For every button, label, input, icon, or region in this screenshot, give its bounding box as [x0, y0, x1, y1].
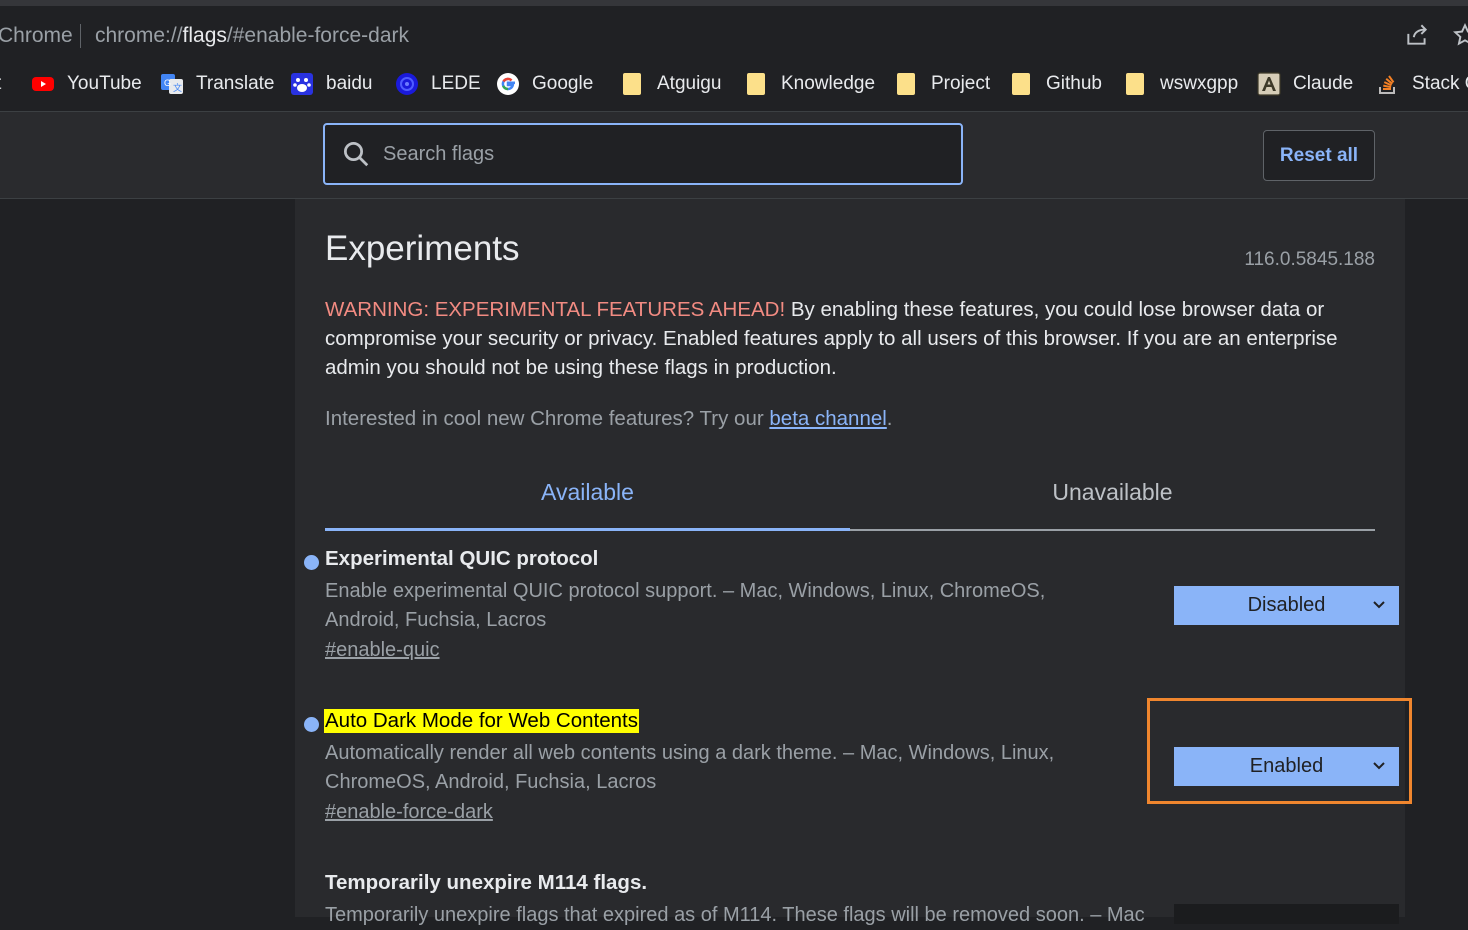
- experiments-panel: Experiments 116.0.5845.188 WARNING: EXPE…: [295, 199, 1412, 926]
- bookmark-lede[interactable]: LEDE: [395, 71, 481, 97]
- version-text: 116.0.5845.188: [1244, 249, 1375, 270]
- bookmark-google[interactable]: Google: [496, 71, 593, 97]
- search-input[interactable]: [381, 141, 945, 167]
- bookmark-label: LEDE: [431, 73, 481, 94]
- beta-promo-text: Interested in cool new Chrome features? …: [325, 407, 770, 430]
- experiment-description: Automatically render all web contents us…: [325, 742, 1055, 793]
- bookmark-label: wswxgpp: [1160, 73, 1239, 94]
- bookmark-label: Knowledge: [781, 73, 876, 94]
- bookmark-label: Atguigu: [657, 73, 722, 94]
- experiment-state-select[interactable]: [1174, 904, 1399, 924]
- bookmark-baidu[interactable]: baidu: [290, 71, 373, 97]
- active-tab-indicator: [325, 528, 850, 531]
- url-prefix: chrome://: [95, 24, 183, 47]
- bookmark-label: baidu: [326, 73, 373, 94]
- experiment-item: Auto Dark Mode for Web Contents Automati…: [304, 698, 1412, 824]
- folder-icon: [1126, 73, 1144, 95]
- page-title: Experiments: [325, 229, 520, 268]
- bookmark-label: Github: [1046, 73, 1102, 94]
- bookmark-youtube[interactable]: YouTube: [31, 71, 142, 97]
- tab-available[interactable]: Available: [325, 479, 850, 506]
- omnibox-divider: [80, 24, 81, 48]
- chevron-down-icon: [1373, 762, 1385, 770]
- stackoverflow-icon: [1379, 75, 1395, 94]
- bookmark-label: YouTube: [67, 73, 142, 94]
- chevron-down-icon: [1373, 601, 1385, 609]
- modified-dot-icon: [304, 555, 319, 570]
- warning-prefix: WARNING: EXPERIMENTAL FEATURES AHEAD!: [325, 298, 786, 321]
- bookmarks-bar: t YouTube G文 Translate baidu LEDE Google…: [0, 57, 1468, 112]
- experiment-permalink[interactable]: #enable-quic: [325, 639, 1405, 662]
- experiment-name: Experimental QUIC protocol: [325, 547, 599, 570]
- bookmark-folder-github[interactable]: Github: [1012, 71, 1102, 97]
- share-icon[interactable]: [1404, 22, 1430, 48]
- url-host: flags: [182, 24, 227, 47]
- baidu-icon: [291, 73, 313, 95]
- youtube-icon: [32, 77, 54, 91]
- warning-text: WARNING: EXPERIMENTAL FEATURES AHEAD! By…: [325, 295, 1375, 382]
- bookmark-folder-atguigu[interactable]: Atguigu: [623, 71, 721, 97]
- experiment-state-select[interactable]: Disabled: [1174, 586, 1399, 625]
- google-icon: [497, 73, 519, 95]
- folder-icon: [747, 73, 765, 95]
- search-icon: [344, 142, 369, 167]
- experiment-permalink[interactable]: #enable-force-dark: [325, 801, 1405, 824]
- modified-dot-icon: [304, 717, 319, 732]
- bookmark-star-icon[interactable]: [1452, 22, 1468, 48]
- experiment-description: Enable experimental QUIC protocol suppor…: [325, 580, 1046, 631]
- bookmark-stackoverflow[interactable]: Stack O: [1376, 71, 1468, 97]
- search-box[interactable]: [323, 123, 963, 185]
- experiment-state-select[interactable]: Enabled: [1174, 747, 1399, 786]
- bookmark-folder-project[interactable]: Project: [897, 71, 990, 97]
- folder-icon: [897, 73, 915, 95]
- flags-tabs: Available Unavailable: [325, 467, 1375, 531]
- beta-promo-end: .: [886, 407, 893, 430]
- claude-icon: [1257, 72, 1281, 96]
- bookmark-folder-wswxgpp[interactable]: wswxgpp: [1126, 71, 1238, 97]
- url-suffix: /#enable-force-dark: [226, 24, 409, 47]
- bookmark-label: Translate: [196, 73, 275, 94]
- bookmark-label: Project: [931, 73, 991, 94]
- bookmark-claude[interactable]: Claude: [1257, 71, 1353, 97]
- tab-unavailable[interactable]: Unavailable: [850, 479, 1375, 506]
- translate-icon: G文: [161, 74, 183, 94]
- bookmark-translate[interactable]: G文 Translate: [160, 71, 275, 97]
- svg-text:G: G: [164, 78, 171, 88]
- select-value: Disabled: [1247, 594, 1326, 616]
- experiment-name: Temporarily unexpire M114 flags.: [325, 871, 648, 894]
- lede-icon: [396, 73, 418, 95]
- svg-text:文: 文: [173, 82, 182, 93]
- folder-icon: [1012, 73, 1030, 95]
- experiment-description: Temporarily unexpire flags that expired …: [325, 904, 1145, 926]
- folder-icon: [623, 73, 641, 95]
- bookmark-partial[interactable]: t: [0, 71, 1, 97]
- bookmark-label: Claude: [1293, 73, 1354, 94]
- flags-header: Reset all: [0, 112, 1468, 199]
- select-value: Enabled: [1249, 755, 1324, 777]
- reset-all-button[interactable]: Reset all: [1263, 130, 1375, 181]
- bookmark-folder-knowledge[interactable]: Knowledge: [747, 71, 875, 97]
- experiment-item: Temporarily unexpire M114 flags. Tempora…: [325, 871, 1405, 930]
- address-bar[interactable]: Chrome chrome://flags/#enable-force-dark: [0, 6, 1468, 57]
- experiment-name-highlighted: Auto Dark Mode for Web Contents: [324, 709, 639, 733]
- bookmark-label: Stack O: [1412, 73, 1468, 94]
- bookmark-label: Google: [532, 73, 594, 94]
- site-chip: Chrome: [0, 24, 73, 47]
- url-text[interactable]: chrome://flags/#enable-force-dark: [95, 24, 409, 48]
- beta-channel-link[interactable]: beta channel: [769, 407, 886, 430]
- beta-promo: Interested in cool new Chrome features? …: [325, 407, 893, 431]
- experiment-item: Experimental QUIC protocol Enable experi…: [304, 547, 1405, 662]
